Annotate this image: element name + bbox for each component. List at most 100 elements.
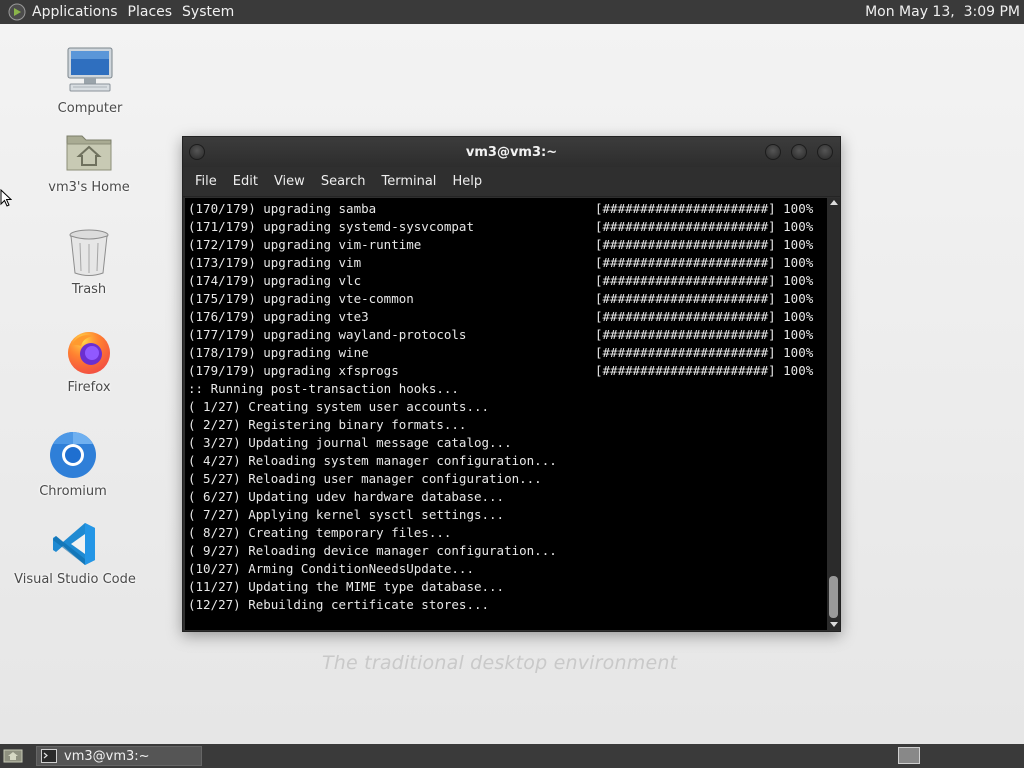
terminal-output[interactable]: (170/179) upgrading samba [##############… [185, 198, 827, 630]
terminal-line: (10/27) Arming ConditionNeedsUpdate... [188, 560, 827, 578]
line-text: ( 5/27) Reloading user manager configura… [188, 471, 542, 486]
line-text: (176/179) upgrading vte3 [188, 309, 369, 324]
menu-search[interactable]: Search [313, 174, 374, 189]
desktop-icon-firefox[interactable]: Firefox [54, 328, 124, 395]
desktop-icon-chromium[interactable]: Chromium [38, 430, 108, 499]
chromium-icon [50, 432, 96, 478]
terminal-line: (177/179) upgrading wayland-protocols [##… [188, 326, 827, 344]
close-button[interactable] [817, 144, 833, 160]
scrollbar-thumb[interactable] [829, 576, 838, 618]
terminal-line: (11/27) Updating the MIME type database.… [188, 578, 827, 596]
vscode-icon [53, 523, 95, 565]
clock-text: Mon May 13, 3:09 PM [865, 4, 1020, 20]
progress-bar-text: [######################] 100% [595, 363, 814, 378]
progress-bar-text: [######################] 100% [595, 327, 814, 342]
progress-bar-text: [######################] 100% [595, 345, 814, 360]
line-text: (173/179) upgrading vim [188, 255, 362, 270]
progress-bar-text: [######################] 100% [595, 219, 814, 234]
line-text: (171/179) upgrading systemd-sysvcompat [188, 219, 474, 234]
places-menu[interactable]: Places [123, 0, 178, 24]
line-text: (11/27) Updating the MIME type database.… [188, 579, 505, 594]
menu-terminal[interactable]: Terminal [373, 174, 444, 189]
line-text: ( 4/27) Reloading system manager configu… [188, 453, 557, 468]
terminal-line: (171/179) upgrading systemd-sysvcompat [#… [188, 218, 827, 236]
system-menu[interactable]: System [177, 0, 239, 24]
line-text: ( 7/27) Applying kernel sysctl settings.… [188, 507, 505, 522]
applications-menu-label: Applications [32, 4, 118, 20]
line-text: (175/179) upgrading vte-common [188, 291, 414, 306]
progress-bar-text: [######################] 100% [595, 309, 814, 324]
terminal-line: (173/179) upgrading vim [################… [188, 254, 827, 272]
menu-view[interactable]: View [266, 174, 313, 189]
line-text: ( 2/27) Registering binary formats... [188, 417, 467, 432]
line-text: (177/179) upgrading wayland-protocols [188, 327, 467, 342]
line-text: (170/179) upgrading samba [188, 201, 377, 216]
menu-help[interactable]: Help [444, 174, 490, 189]
desktop-icon-label: Visual Studio Code [14, 572, 136, 587]
taskbar-item-terminal[interactable]: vm3@vm3:~ [36, 746, 202, 766]
line-text: (10/27) Arming ConditionNeedsUpdate... [188, 561, 474, 576]
scroll-down-arrow-icon[interactable] [830, 622, 838, 627]
applications-menu[interactable]: Applications [0, 0, 123, 24]
maximize-button[interactable] [791, 144, 807, 160]
terminal-line: (174/179) upgrading vlc [################… [188, 272, 827, 290]
show-desktop-button[interactable] [2, 747, 24, 765]
terminal-titlebar[interactable]: vm3@vm3:~ [183, 137, 840, 167]
scroll-up-arrow-icon[interactable] [830, 200, 838, 205]
line-text: ( 6/27) Updating udev hardware database.… [188, 489, 505, 504]
trash-icon [69, 229, 109, 276]
terminal-line: (172/179) upgrading vim-runtime [########… [188, 236, 827, 254]
desktop-icon-vscode[interactable]: Visual Studio Code [14, 520, 136, 587]
terminal-icon [41, 749, 57, 763]
line-text: (12/27) Rebuilding certificate stores... [188, 597, 490, 612]
line-text: :: Running post-transaction hooks... [188, 381, 459, 396]
terminal-line: ( 6/27) Updating udev hardware database.… [188, 488, 827, 506]
desktop-icon-trash[interactable]: Trash [54, 228, 124, 297]
taskbar-item-label: vm3@vm3:~ [64, 748, 150, 764]
bottom-panel: vm3@vm3:~ [0, 744, 1024, 768]
progress-bar-text: [######################] 100% [595, 291, 814, 306]
menu-file[interactable]: File [187, 174, 225, 189]
menu-edit[interactable]: Edit [225, 174, 266, 189]
terminal-line: (12/27) Rebuilding certificate stores... [188, 596, 827, 614]
desktop-icon-label: Firefox [67, 380, 111, 395]
show-desktop-icon [3, 749, 23, 763]
terminal-title: vm3@vm3:~ [465, 144, 558, 160]
desktop-icon-home[interactable]: vm3's Home [44, 128, 134, 195]
terminal-line: (178/179) upgrading wine [###############… [188, 344, 827, 362]
line-text: (172/179) upgrading vim-runtime [188, 237, 422, 252]
desktop-icon-label: Trash [71, 282, 107, 297]
desktop-icon-computer[interactable]: Computer [54, 45, 126, 116]
terminal-line: (179/179) upgrading xfsprogs [###########… [188, 362, 827, 380]
workspace-switcher[interactable] [898, 747, 920, 764]
terminal-window[interactable]: vm3@vm3:~ File Edit View Search Terminal… [182, 136, 841, 632]
line-text: ( 1/27) Creating system user accounts... [188, 399, 490, 414]
wallpaper-text: The traditional desktop environment [322, 652, 678, 674]
progress-bar-text: [######################] 100% [595, 273, 814, 288]
terminal-line: (170/179) upgrading samba [##############… [188, 200, 827, 218]
progress-bar-text: [######################] 100% [595, 255, 814, 270]
line-text: (178/179) upgrading wine [188, 345, 369, 360]
terminal-scrollbar[interactable] [827, 198, 840, 630]
computer-icon [67, 47, 113, 92]
terminal-line: ( 7/27) Applying kernel sysctl settings.… [188, 506, 827, 524]
terminal-line: ( 2/27) Registering binary formats... [188, 416, 827, 434]
line-text: ( 9/27) Reloading device manager configu… [188, 543, 557, 558]
desktop-icon-label: vm3's Home [48, 180, 130, 195]
line-text: ( 8/27) Creating temporary files... [188, 525, 452, 540]
minimize-button[interactable] [765, 144, 781, 160]
mate-logo-icon [8, 3, 26, 21]
terminal-line: ( 1/27) Creating system user accounts... [188, 398, 827, 416]
terminal-line: (176/179) upgrading vte3 [###############… [188, 308, 827, 326]
desktop-icon-label: Chromium [39, 484, 107, 499]
terminal-line: ( 8/27) Creating temporary files... [188, 524, 827, 542]
window-menu-button[interactable] [189, 144, 205, 160]
line-text: (179/179) upgrading xfsprogs [188, 363, 399, 378]
mouse-cursor-icon [0, 189, 12, 207]
line-text: ( 3/27) Updating journal message catalog… [188, 435, 512, 450]
terminal-line: ( 4/27) Reloading system manager configu… [188, 452, 827, 470]
progress-bar-text: [######################] 100% [595, 237, 814, 252]
terminal-line: (175/179) upgrading vte-common [#########… [188, 290, 827, 308]
clock[interactable]: Mon May 13, 3:09 PM [865, 0, 1020, 24]
top-panel: Applications Places System Mon May 13, 3… [0, 0, 1024, 24]
